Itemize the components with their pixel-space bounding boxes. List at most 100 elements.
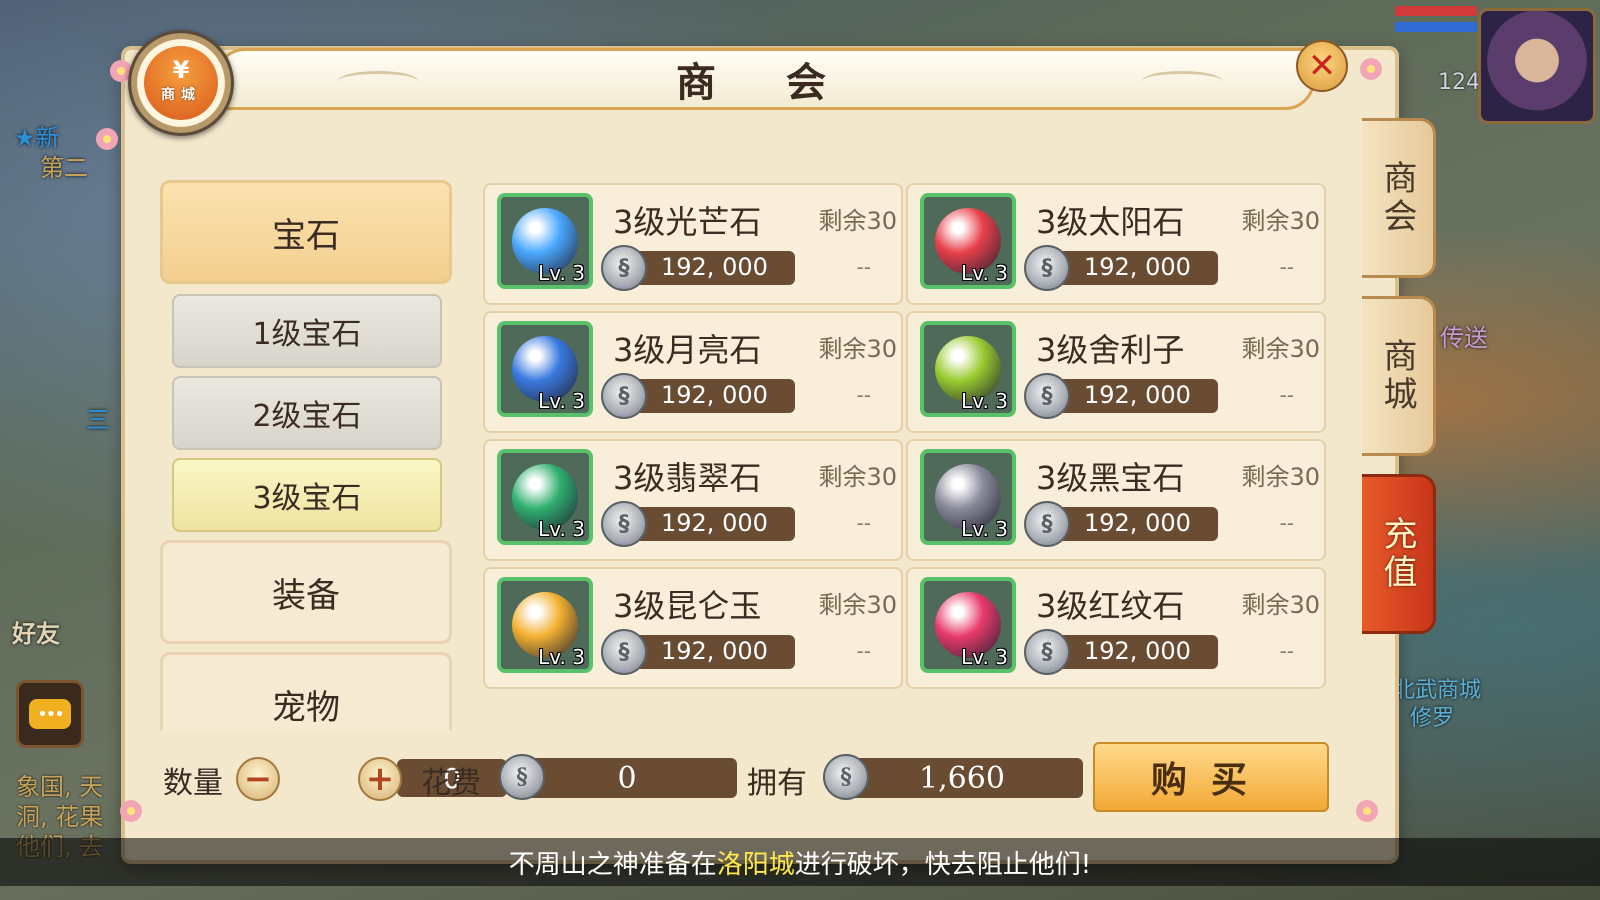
owned-value: 1,660 [919,760,1005,796]
item-name: 3级翡翠石 [613,459,762,497]
silver-coin-icon: § [823,754,869,800]
item-stock: 剩余30 [1241,463,1320,491]
item-stock: 剩余30 [818,463,897,491]
item-card[interactable]: Lv. 3 3级光芒石 剩余30 § 192, 000 -- [483,183,903,305]
price-value: 192, 000 [661,253,768,281]
item-price: § 192, 000 [1024,501,1218,547]
category-label: 宠物 [272,687,340,728]
category-equipment[interactable]: 装备 [160,540,452,644]
item-stock: 剩余30 [818,335,897,363]
quantity-label: 数量 [163,766,223,801]
owned-label: 拥有 [747,766,807,801]
dialog-title: 商 会 [676,59,854,106]
item-price: § 192, 000 [1024,373,1218,419]
item-price: § 192, 000 [601,629,795,675]
item-stock: 剩余30 [1241,591,1320,619]
tab-label: 充值 [1377,516,1417,592]
purchase-bar: 数量 0 − + 花费 § 0 拥有 § 1,660 购买 [125,738,1395,828]
item-level: Lv. 3 [961,645,1008,669]
item-name: 3级光芒石 [613,203,762,241]
item-level: Lv. 3 [538,261,585,285]
player-avatar[interactable] [1478,8,1596,124]
item-limit: -- [1279,383,1294,407]
friends-button[interactable]: 好友 [12,614,60,649]
subcategory-label: 2级宝石 [252,399,362,434]
price-value: 192, 000 [1084,637,1191,665]
tab-label: 商城 [1377,338,1417,414]
price-value: 192, 000 [661,381,768,409]
item-price: § 192, 000 [1024,629,1218,675]
item-name: 3级月亮石 [613,331,762,369]
item-level: Lv. 3 [961,261,1008,285]
cost-label: 花费 [421,766,481,801]
category-label: 宝石 [272,215,340,256]
item-limit: -- [1279,511,1294,535]
silver-coin-icon: § [1024,629,1070,675]
announcement-highlight: 洛阳城 [716,849,795,880]
close-icon: ✕ [1307,46,1337,86]
price-value: 192, 000 [1084,509,1191,537]
hud-status-bars [1395,6,1477,46]
dialog-title-bar: 商 会 [215,48,1315,110]
money-bag-icon: ¥ 商城 [144,46,218,120]
cost-value: 0 [617,760,637,796]
item-card[interactable]: Lv. 3 3级昆仑玉 剩余30 § 192, 000 -- [483,567,903,689]
item-price: § 192, 000 [601,501,795,547]
item-level: Lv. 3 [538,389,585,413]
subcategory-gem-level-3[interactable]: 3级宝石 [172,458,442,532]
yen-symbol: ¥ [172,56,190,84]
price-value: 192, 000 [661,637,768,665]
silver-coin-icon: § [601,629,647,675]
quantity-minus-button[interactable]: − [236,757,280,801]
item-name: 3级黑宝石 [1036,459,1185,497]
mp-bar [1395,22,1477,32]
hp-bar [1395,6,1477,16]
tab-mall[interactable]: 商城 [1362,296,1436,456]
buy-button[interactable]: 购买 [1093,742,1329,812]
tab-recharge[interactable]: 充值 [1362,474,1436,634]
close-button[interactable]: ✕ [1296,40,1348,92]
item-limit: -- [1279,255,1294,279]
tab-merchant-guild[interactable]: 商会 [1362,118,1436,278]
gem-icon: Lv. 3 [497,449,593,545]
price-value: 192, 000 [1084,381,1191,409]
bg-quest-text-2: 第二 [40,154,88,182]
item-level: Lv. 3 [961,517,1008,541]
item-price: § 192, 000 [1024,245,1218,291]
silver-coin-icon: § [601,373,647,419]
silver-coin-icon: § [1024,501,1070,547]
item-card[interactable]: Lv. 3 3级太阳石 剩余30 § 192, 000 -- [906,183,1326,305]
item-price: § 192, 000 [601,245,795,291]
buy-label: 购买 [1150,760,1271,801]
gem-icon: Lv. 3 [920,321,1016,417]
subcategory-gem-level-2[interactable]: 2级宝石 [172,376,442,450]
item-card[interactable]: Lv. 3 3级红纹石 剩余30 § 192, 000 -- [906,567,1326,689]
item-stock: 剩余30 [818,207,897,235]
item-card[interactable]: Lv. 3 3级月亮石 剩余30 § 192, 000 -- [483,311,903,433]
silver-coin-icon: § [1024,245,1070,291]
tab-label: 商会 [1377,160,1417,236]
item-level: Lv. 3 [538,645,585,669]
item-card[interactable]: Lv. 3 3级舍利子 剩余30 § 192, 000 -- [906,311,1326,433]
item-card[interactable]: Lv. 3 3级黑宝石 剩余30 § 192, 000 -- [906,439,1326,561]
category-pets[interactable]: 宠物 [160,652,452,730]
item-limit: -- [1279,639,1294,663]
item-stock: 剩余30 [818,591,897,619]
category-menu: 宝石 1级宝石 2级宝石 3级宝石 装备 宠物 [160,180,452,730]
flower-decoration [1360,58,1382,80]
item-grid: Lv. 3 3级光芒石 剩余30 § 192, 000 -- Lv. 3 3级太阳石 剩余30 §… [483,183,1326,693]
item-card[interactable]: Lv. 3 3级翡翠石 剩余30 § 192, 000 -- [483,439,903,561]
category-gems[interactable]: 宝石 [160,180,452,284]
item-name: 3级舍利子 [1036,331,1185,369]
item-limit: -- [856,639,871,663]
item-name: 3级太阳石 [1036,203,1185,241]
item-name: 3级昆仑玉 [613,587,762,625]
subcategory-gem-level-1[interactable]: 1级宝石 [172,294,442,368]
silver-coin-icon: § [1024,373,1070,419]
owned-display: § 1,660 [823,754,1083,800]
title-swirl-decoration [338,71,418,91]
quantity-plus-button[interactable]: + [358,757,402,801]
gem-icon: Lv. 3 [497,193,593,289]
chat-button[interactable]: ••• [16,680,84,748]
item-stock: 剩余30 [1241,207,1320,235]
